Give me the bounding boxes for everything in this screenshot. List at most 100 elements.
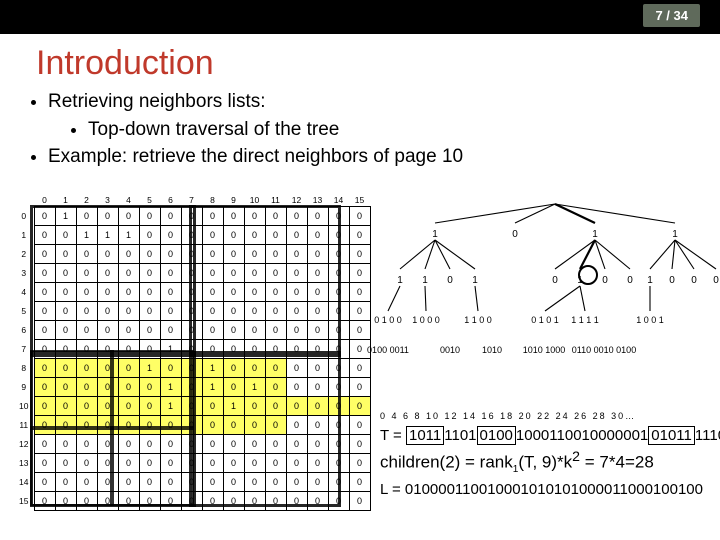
T-seg-0: 1011 <box>406 426 444 445</box>
tree-node: 1010 1000 <box>523 346 566 355</box>
matrix-cell: 0 <box>181 359 202 378</box>
matrix-cell: 0 <box>139 226 160 245</box>
matrix-cell: 0 <box>202 492 223 511</box>
matrix-cell: 0 <box>181 321 202 340</box>
matrix-cell: 0 <box>202 207 223 226</box>
tree-node: 0 <box>691 276 697 286</box>
matrix-cell: 0 <box>76 283 97 302</box>
tree-node: 1 <box>647 276 653 286</box>
matrix-cell: 0 <box>97 454 118 473</box>
matrix-cell: 0 <box>244 302 265 321</box>
matrix-cell: 0 <box>307 473 328 492</box>
L-line: L = 010000110010001010101000011000100100 <box>380 478 720 501</box>
matrix-cell: 0 <box>34 264 55 283</box>
matrix-cell: 0 <box>118 359 139 378</box>
matrix-cell: 0 <box>328 359 349 378</box>
matrix-cell: 0 <box>265 473 286 492</box>
matrix-cell: 0 <box>118 283 139 302</box>
matrix-cell: 0 <box>118 340 139 359</box>
matrix-cell: 0 <box>328 435 349 454</box>
matrix-cell: 0 <box>181 302 202 321</box>
matrix-cell: 0 <box>34 245 55 264</box>
matrix-cell: 0 <box>202 416 223 435</box>
matrix-cell: 0 <box>34 492 55 511</box>
matrix-cell: 0 <box>118 473 139 492</box>
tree-node: 0 <box>552 276 558 286</box>
page-current: 7 <box>655 8 662 23</box>
tree-node: 0100 0011 <box>367 346 409 355</box>
matrix-cell: 0 <box>97 321 118 340</box>
matrix-cell: 0 <box>97 340 118 359</box>
bullet-a1: Top-down traversal of the tree <box>88 117 720 143</box>
tree-node: 1 0 0 1 <box>636 316 664 325</box>
matrix-cell: 0 <box>328 226 349 245</box>
matrix-cell: 0 <box>286 435 307 454</box>
tree-node: 0110 0010 0100 <box>572 346 636 355</box>
matrix-cell: 0 <box>160 359 181 378</box>
matrix-cell: 0 <box>181 207 202 226</box>
matrix-cell: 0 <box>244 245 265 264</box>
matrix-cell: 0 <box>244 359 265 378</box>
matrix-cell: 0 <box>34 340 55 359</box>
matrix-cell: 0 <box>97 416 118 435</box>
matrix-cell: 1 <box>160 397 181 416</box>
matrix-cell: 0 <box>307 359 328 378</box>
T-seg-3: 1000110010000001 <box>516 427 648 444</box>
matrix-cell: 0 <box>160 245 181 264</box>
matrix-cell: 0 <box>307 207 328 226</box>
matrix-cell: 0 <box>55 283 76 302</box>
tree-node: 1 <box>422 276 428 286</box>
matrix-cell: 0 <box>34 207 55 226</box>
matrix-cell: 0 <box>223 226 244 245</box>
matrix-cell: 0 <box>286 207 307 226</box>
matrix-cell: 0 <box>328 416 349 435</box>
matrix-cell: 0 <box>118 416 139 435</box>
matrix-cell: 0 <box>328 454 349 473</box>
matrix-cell: 0 <box>76 340 97 359</box>
matrix-cell: 0 <box>97 207 118 226</box>
matrix-cell: 0 <box>349 245 370 264</box>
matrix-cell: 0 <box>349 416 370 435</box>
matrix-cell: 0 <box>181 454 202 473</box>
matrix-cell: 0 <box>328 283 349 302</box>
matrix-cell: 0 <box>181 435 202 454</box>
matrix-cell: 0 <box>97 264 118 283</box>
matrix-cell: 0 <box>139 397 160 416</box>
matrix-cell: 0 <box>307 340 328 359</box>
matrix-cell: 0 <box>286 378 307 397</box>
matrix-cell: 0 <box>160 321 181 340</box>
tree-node: 1 1 1 1 <box>571 316 599 325</box>
matrix-cell: 0 <box>55 359 76 378</box>
matrix-cell: 0 <box>244 264 265 283</box>
matrix-cell: 0 <box>244 397 265 416</box>
matrix-cell: 0 <box>118 397 139 416</box>
matrix-cell: 0 <box>139 207 160 226</box>
tree-node: 0 <box>627 276 633 286</box>
tree-node: 1 <box>592 230 598 240</box>
matrix-cell: 0 <box>181 340 202 359</box>
T-seg-1: 1101 <box>444 427 476 444</box>
matrix-cell: 0 <box>139 245 160 264</box>
matrix-cell: 0 <box>328 473 349 492</box>
matrix-cell: 0 <box>265 454 286 473</box>
matrix-cell: 0 <box>34 454 55 473</box>
matrix-cell: 0 <box>202 264 223 283</box>
matrix-cell: 0 <box>328 397 349 416</box>
adjacency-matrix: 0123456789101112131415001000000000000001… <box>14 194 371 511</box>
matrix-cell: 0 <box>244 492 265 511</box>
matrix-cell: 0 <box>265 283 286 302</box>
matrix-cell: 0 <box>286 226 307 245</box>
matrix-cell: 0 <box>181 397 202 416</box>
matrix-cell: 1 <box>202 378 223 397</box>
matrix-cell: 0 <box>139 340 160 359</box>
matrix-cell: 1 <box>97 226 118 245</box>
matrix-cell: 0 <box>265 226 286 245</box>
matrix-cell: 0 <box>244 435 265 454</box>
matrix-cell: 0 <box>307 264 328 283</box>
matrix-cell: 0 <box>118 492 139 511</box>
matrix-cell: 0 <box>244 207 265 226</box>
matrix-cell: 0 <box>55 416 76 435</box>
matrix-cell: 0 <box>307 378 328 397</box>
matrix-cell: 0 <box>34 416 55 435</box>
matrix-cell: 0 <box>286 454 307 473</box>
